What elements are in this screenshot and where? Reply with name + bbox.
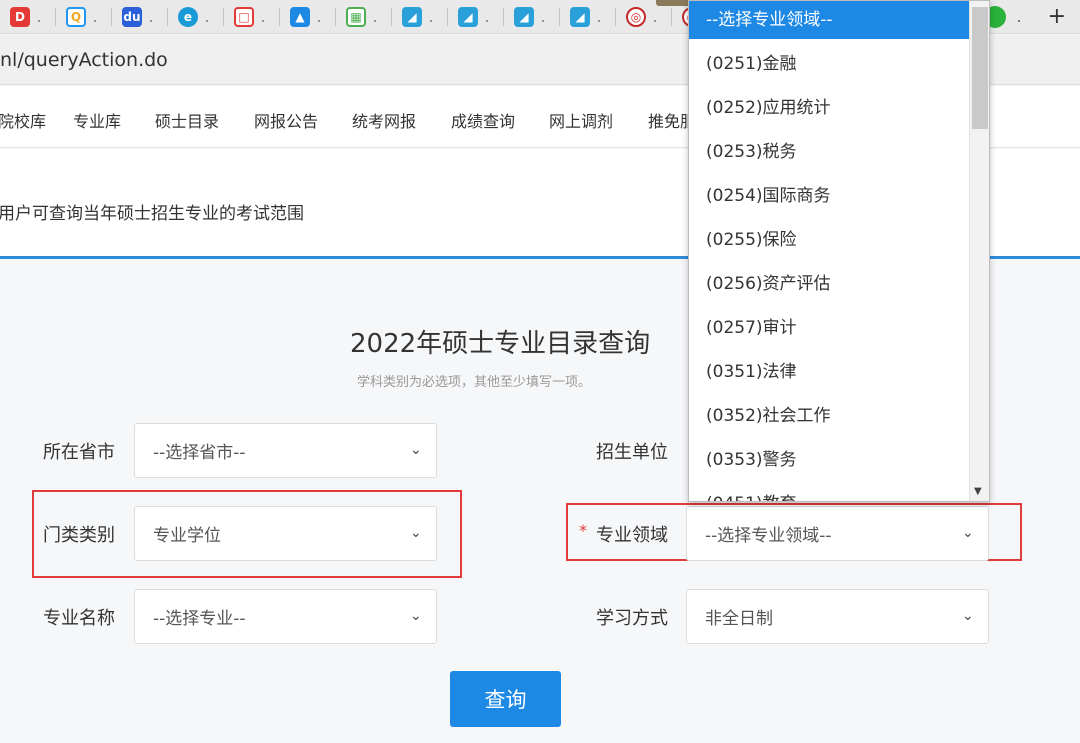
dropdown-option[interactable]: (0254)国际商务 [689,171,970,215]
major-select[interactable]: --选择专业-- ⌄ [134,589,437,644]
unit-label: 招生单位 [596,442,668,463]
field-dropdown-list[interactable]: --选择专业领域-- (0251)金融 (0252)应用统计 (0253)税务 … [688,0,990,502]
dropdown-option[interactable]: --选择专业领域-- [689,1,970,39]
scrollbar-thumb[interactable] [972,7,988,129]
chevron-down-icon: ⌄ [962,608,974,624]
tab-qq-browser[interactable]: Q [56,0,112,34]
dropdown-option[interactable]: (0257)审计 [689,303,970,347]
province-label: 所在省市 [43,442,115,463]
red-circle-icon: ◎ [626,6,646,27]
query-button[interactable]: 查询 [450,671,561,727]
blue-bird-icon: ▲ [290,6,310,27]
dropdown-option[interactable]: (0253)税务 [689,127,970,171]
dropdown-option[interactable]: (0351)法律 [689,347,970,391]
page-title: 2022年硕士专业目录查询 [350,329,651,359]
nav-item-majors[interactable]: 专业库 [73,108,121,132]
study-mode-label: 学习方式 [596,608,668,629]
tab-shark-4[interactable]: ◢ [560,0,616,34]
tab-pdf[interactable]: D [0,0,56,34]
chevron-down-icon: ⌄ [410,442,422,458]
nav-item-registration[interactable]: 统考网报 [352,108,416,132]
tab-shark-3[interactable]: ◢ [504,0,560,34]
dropdown-option[interactable]: (0251)金融 [689,39,970,83]
shark-fin-icon: ◢ [458,6,478,27]
dropdown-option[interactable]: (0255)保险 [689,215,970,259]
chevron-down-icon: ⌄ [410,525,422,541]
dropdown-option[interactable]: (0252)应用统计 [689,83,970,127]
dropdown-option[interactable]: (0256)资产评估 [689,259,970,303]
study-mode-select-value: 非全日制 [705,609,773,629]
tab-grid-app[interactable]: ▦ [336,0,392,34]
shark-fin-icon: ◢ [402,6,422,27]
grid-app-icon: ▦ [346,6,366,27]
nav-item-catalog[interactable]: 硕士目录 [155,108,219,132]
nav-item-scores[interactable]: 成绩查询 [451,108,515,132]
category-select-value: 专业学位 [153,526,221,546]
edge-icon: e [178,6,198,27]
qq-browser-icon: Q [66,6,86,27]
page-subtitle: 学科类别为必选项，其他至少填写一项。 [357,375,592,390]
nav-item-announcements[interactable]: 网报公告 [254,108,318,132]
category-label: 门类类别 [43,525,115,546]
tab-baidu[interactable]: du [112,0,168,34]
major-label: 专业名称 [43,608,115,629]
chevron-down-icon: ⌄ [962,525,974,541]
shark-fin-icon: ◢ [570,6,590,27]
dropdown-option[interactable]: (0451)教育 [689,479,970,502]
province-select-value: --选择省市-- [153,443,246,463]
dropdown-scrollbar[interactable]: ▼ [969,1,989,501]
new-tab-button[interactable]: + [1048,4,1066,29]
chevron-down-icon: ⌄ [410,608,422,624]
field-select-value: --选择专业领域-- [705,526,832,546]
scroll-down-arrow-icon[interactable]: ▼ [974,486,982,497]
field-select[interactable]: --选择专业领域-- ⌄ [686,506,989,561]
tab-red-app[interactable]: □ [224,0,280,34]
major-select-value: --选择专业-- [153,609,246,629]
dropdown-option[interactable]: (0352)社会工作 [689,391,970,435]
tab-blue-bird[interactable]: ▲ [280,0,336,34]
tab-edge[interactable]: e [168,0,224,34]
field-label: 专业领域 [596,525,668,546]
shark-fin-icon: ◢ [514,6,534,27]
tab-shark-1[interactable]: ◢ [392,0,448,34]
url-field[interactable]: nl/queryAction.do [0,49,168,71]
nav-item-adjustment[interactable]: 网上调剂 [549,108,613,132]
pdf-icon: D [10,6,30,27]
province-select[interactable]: --选择省市-- ⌄ [134,423,437,478]
category-select[interactable]: 专业学位 ⌄ [134,506,437,561]
dropdown-option[interactable]: (0353)警务 [689,435,970,479]
baidu-icon: du [122,6,142,27]
study-mode-select[interactable]: 非全日制 ⌄ [686,589,989,644]
nav-item-schools[interactable]: 院校库 [0,108,46,132]
notice-text: 用户可查询当年硕士招生专业的考试范围 [0,204,304,224]
tab-shark-2[interactable]: ◢ [448,0,504,34]
required-mark: * [579,521,587,540]
red-app-icon: □ [234,6,254,27]
